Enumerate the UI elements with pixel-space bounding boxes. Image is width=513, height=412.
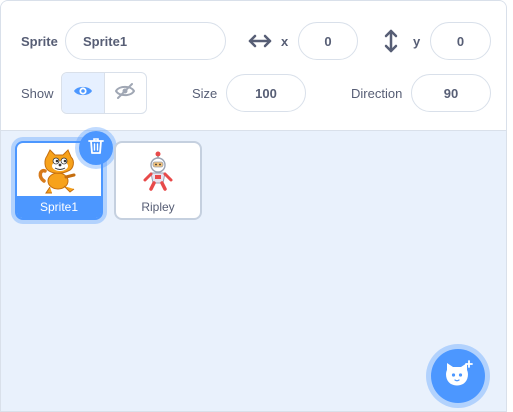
eye-icon: [73, 84, 93, 103]
choose-sprite-button[interactable]: [431, 349, 485, 403]
x-label: x: [281, 34, 289, 49]
size-input[interactable]: 100: [226, 74, 306, 112]
direction-input[interactable]: 90: [411, 74, 491, 112]
delete-sprite-button[interactable]: [79, 131, 113, 165]
show-toggle-group: [61, 72, 147, 114]
show-visible-button[interactable]: [62, 73, 105, 113]
show-hidden-button[interactable]: [105, 73, 147, 113]
cat-face-plus-icon: [443, 359, 473, 393]
eye-slash-icon: [115, 82, 136, 105]
sprite-tile-ripley[interactable]: Ripley: [114, 141, 202, 220]
y-input[interactable]: 0: [430, 22, 491, 60]
sprite-name-value: Sprite1: [83, 33, 128, 49]
sprite-tile-label: Sprite1: [17, 196, 101, 218]
horizontal-arrows-icon: [248, 32, 272, 50]
sprite-name-label: Sprite: [21, 34, 58, 49]
vertical-arrows-icon: [384, 29, 398, 53]
x-value: 0: [324, 33, 332, 49]
direction-value: 90: [443, 85, 459, 101]
y-label: y: [413, 34, 421, 49]
y-value: 0: [456, 33, 465, 49]
sprite-name-input[interactable]: Sprite1: [65, 22, 226, 60]
trash-icon: [88, 137, 104, 160]
sprite-tile-label: Ripley: [141, 200, 175, 214]
size-label: Size: [192, 86, 218, 101]
show-label: Show: [21, 86, 54, 101]
x-input[interactable]: 0: [298, 22, 358, 60]
robot-sprite-icon: [116, 147, 200, 197]
size-value: 100: [255, 85, 277, 101]
sprite-info-panel: Sprite Sprite1 x 0 y 0 Show Size 100 Dir…: [1, 1, 506, 131]
sprite-pane: Sprite Sprite1 x 0 y 0 Show Size 100 Dir…: [0, 0, 507, 412]
direction-label: Direction: [351, 86, 403, 101]
